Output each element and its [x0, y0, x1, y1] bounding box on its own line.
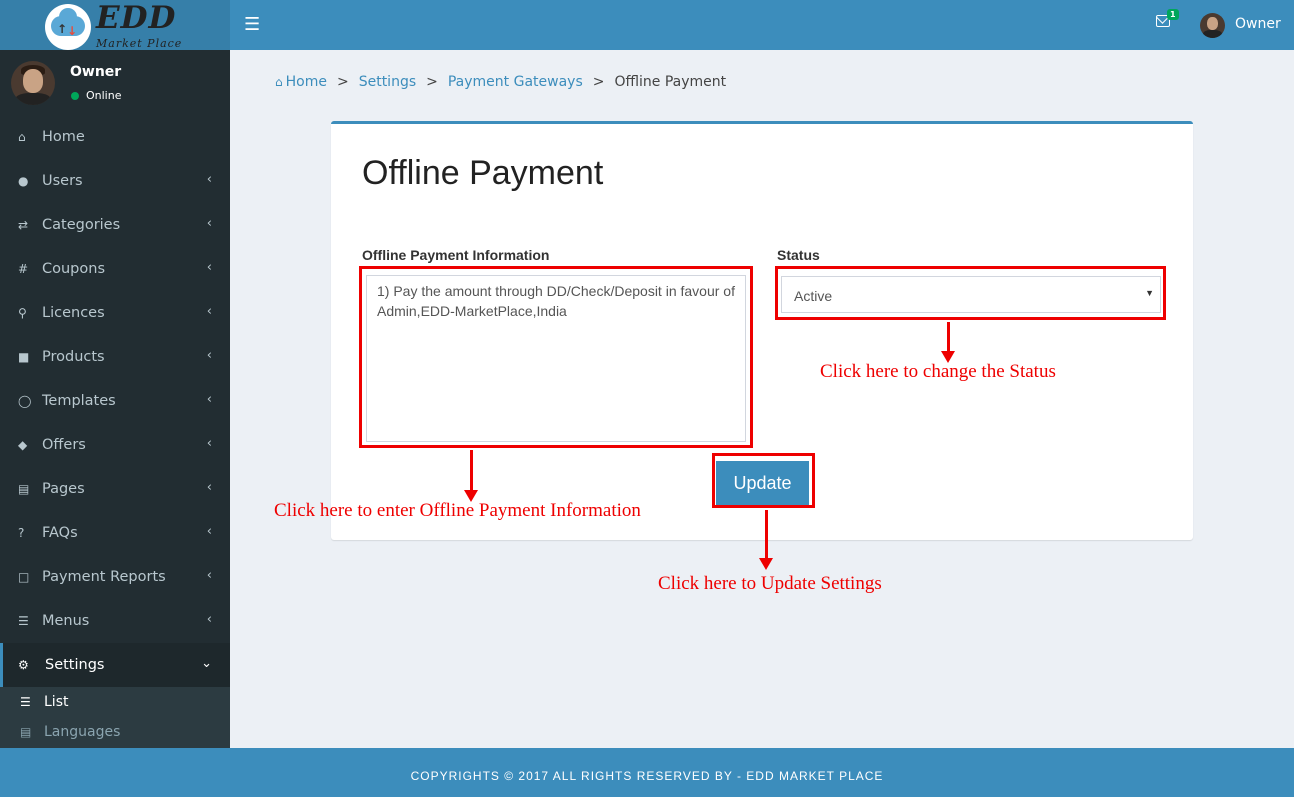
sidebar-item-coupons[interactable]: # Coupons ‹ — [0, 247, 230, 291]
breadcrumb: ⌂ Home > Settings > Payment Gateways > Of… — [275, 74, 726, 90]
page-title: Offline Payment — [362, 154, 604, 192]
sidebar-item-label: Users — [42, 173, 83, 189]
status-arrow-icon — [941, 322, 955, 363]
info-arrow-icon — [464, 450, 478, 502]
payment-info-label: Offline Payment Information — [362, 247, 550, 263]
chevron-left-icon: ‹ — [206, 392, 212, 407]
chevron-left-icon: ‹ — [206, 216, 212, 231]
submenu-item-list[interactable]: ☰ List — [0, 687, 230, 717]
sidebar-item-templates[interactable]: ◯ Templates ‹ — [0, 379, 230, 423]
home-icon: ⌂ — [18, 130, 26, 144]
breadcrumb-separator: > — [592, 74, 605, 90]
sidebar-item-label: Products — [42, 349, 105, 365]
info-highlight-box — [359, 266, 753, 448]
user-status-label: Online — [86, 89, 122, 102]
sidebar-item-label: Pages — [42, 481, 85, 497]
sidebar-item-products[interactable]: ■ Products ‹ — [0, 335, 230, 379]
sidebar-item-faqs[interactable]: ? FAQs ‹ — [0, 511, 230, 555]
list-icon: ☰ — [20, 695, 31, 709]
sidebar-item-label: FAQs — [42, 525, 78, 541]
sidebar-item-menus[interactable]: ☰ Menus ‹ — [0, 599, 230, 643]
chevron-left-icon: ‹ — [206, 304, 212, 319]
chevron-left-icon: ‹ — [206, 436, 212, 451]
breadcrumb-separator: > — [336, 74, 349, 90]
key-icon: ⚲ — [18, 306, 27, 320]
bag-icon: ■ — [18, 350, 30, 364]
chevron-left-icon: ‹ — [206, 612, 212, 627]
file-icon: ▤ — [18, 482, 30, 496]
update-arrow-icon — [759, 510, 773, 570]
bars-icon: ☰ — [18, 614, 29, 628]
sidebar-menu: ⌂ Home ● Users ‹ ⇄ Categories ‹ # Coupons ‹ ⚲ Li… — [0, 115, 230, 687]
sidebar-item-label: Licences — [42, 305, 105, 321]
sidebar-item-offers[interactable]: ◆ Offers ‹ — [0, 423, 230, 467]
sidebar-item-label: Home — [42, 129, 85, 145]
avatar — [11, 61, 55, 105]
sidebar-item-label: Templates — [42, 393, 116, 409]
user-panel: Owner Online — [0, 50, 230, 116]
status-annotation: Click here to change the Status — [820, 361, 1056, 382]
chevron-left-icon: ‹ — [206, 172, 212, 187]
submenu-item-label: Languages — [44, 724, 121, 740]
language-icon: ▤ — [20, 725, 32, 739]
submenu-item-label: List — [44, 694, 69, 710]
breadcrumb-settings[interactable]: Settings — [359, 74, 416, 90]
comment-icon: ◯ — [18, 394, 32, 408]
sidebar-item-label: Categories — [42, 217, 121, 233]
breadcrumb-current: Offline Payment — [614, 74, 727, 90]
chevron-left-icon: ‹ — [206, 260, 212, 275]
mail-count-badge: 1 — [1167, 9, 1179, 20]
chevron-left-icon: ‹ — [206, 348, 212, 363]
sidebar-item-settings[interactable]: ⚙ Settings ⌄ — [0, 643, 230, 687]
update-highlight-box — [712, 453, 815, 508]
footer: COPYRIGHTS © 2017 ALL RIGHTS RESERVED BY… — [0, 748, 1294, 797]
question-icon: ? — [18, 526, 25, 540]
header-user-name[interactable]: Owner — [1235, 16, 1281, 32]
tags-icon: ◆ — [18, 438, 28, 452]
hash-icon: # — [18, 262, 29, 276]
breadcrumb-home[interactable]: ⌂ Home — [275, 74, 327, 90]
breadcrumb-separator: > — [426, 74, 438, 90]
logo-title: EDD — [96, 0, 177, 36]
user-status: Online — [71, 89, 121, 102]
sidebar-item-categories[interactable]: ⇄ Categories ‹ — [0, 203, 230, 247]
submenu-item-languages[interactable]: ▤ Languages — [0, 717, 230, 747]
sidebar-item-licences[interactable]: ⚲ Licences ‹ — [0, 291, 230, 335]
info-annotation: Click here to enter Offline Payment Info… — [274, 500, 641, 521]
document-icon: □ — [18, 570, 30, 584]
chevron-left-icon: ‹ — [206, 524, 212, 539]
sidebar-item-users[interactable]: ● Users ‹ — [0, 159, 230, 203]
settings-submenu: ☰ List ▤ Languages — [0, 687, 230, 748]
logo-cloud-icon: ↑ ↓ — [45, 4, 91, 50]
logo-subtitle: Market Place — [96, 37, 183, 50]
update-annotation: Click here to Update Settings — [658, 573, 882, 594]
chevron-left-icon: ‹ — [206, 568, 212, 583]
shuffle-icon: ⇄ — [18, 218, 29, 232]
sidebar-item-home[interactable]: ⌂ Home — [0, 115, 230, 159]
home-icon: ⌂ — [275, 75, 283, 89]
sidebar-item-label: Payment Reports — [42, 569, 166, 585]
sidebar-item-label: Settings — [45, 657, 105, 673]
chevron-down-icon: ⌄ — [201, 656, 212, 671]
sidebar-item-label: Menus — [42, 613, 90, 629]
users-icon: ● — [18, 174, 29, 188]
logo[interactable]: ↑ ↓ EDD Market Place — [0, 0, 230, 50]
user-name: Owner — [70, 64, 122, 80]
sidebar: ↑ ↓ EDD Market Place Owner Online ⌂ Home … — [0, 0, 230, 748]
status-label: Status — [777, 247, 820, 263]
gear-icon: ⚙ — [18, 658, 29, 672]
header-avatar[interactable] — [1200, 13, 1225, 38]
sidebar-item-payment-reports[interactable]: □ Payment Reports ‹ — [0, 555, 230, 599]
sidebar-item-label: Coupons — [42, 261, 106, 277]
online-dot-icon — [71, 91, 79, 100]
top-navbar: ☰ 1 Owner — [230, 0, 1294, 50]
status-highlight-box — [775, 266, 1166, 320]
hamburger-icon[interactable]: ☰ — [244, 14, 260, 35]
breadcrumb-payment-gateways[interactable]: Payment Gateways — [448, 74, 583, 90]
sidebar-item-label: Offers — [42, 437, 86, 453]
sidebar-item-pages[interactable]: ▤ Pages ‹ — [0, 467, 230, 511]
chevron-left-icon: ‹ — [206, 480, 212, 495]
